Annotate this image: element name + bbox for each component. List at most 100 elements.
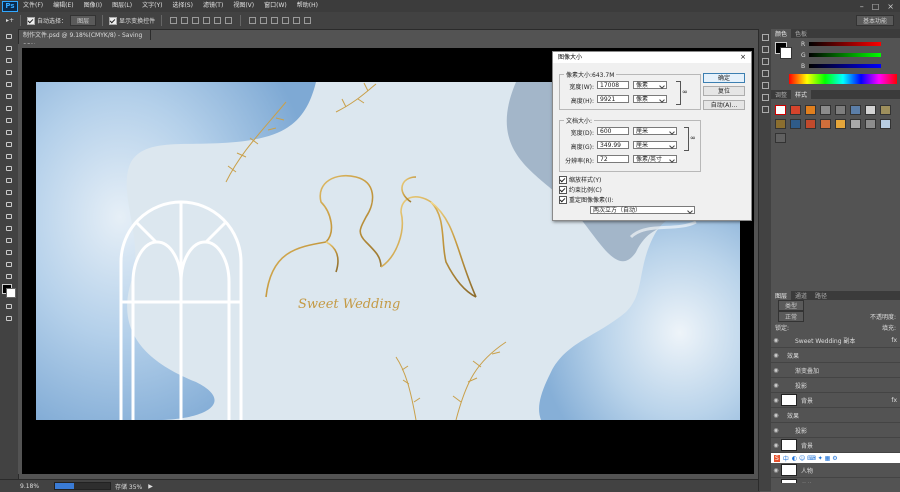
visibility-eye-icon[interactable]: ◉ — [771, 442, 781, 449]
layer-row[interactable]: ◉ 背景 — [771, 438, 900, 453]
auto-button[interactable]: 自动(A)... — [703, 100, 745, 110]
style-swatch[interactable] — [820, 105, 831, 115]
maximize-button[interactable]: □ — [872, 2, 880, 11]
doc-height-input[interactable]: 349.99 — [597, 141, 629, 149]
tab-color[interactable]: 颜色 — [771, 29, 792, 38]
style-swatch[interactable] — [865, 119, 876, 129]
resample-checkbox[interactable] — [559, 195, 567, 204]
layer-row[interactable]: ◉ Sweet Wedding 副本 fx — [771, 333, 900, 348]
tab-adjustments[interactable]: 调整 — [771, 90, 791, 99]
scale-styles-option[interactable]: 缩放样式(Y) — [559, 175, 601, 184]
style-swatch[interactable] — [880, 119, 891, 129]
width-input[interactable]: 17008 — [597, 81, 629, 89]
ime-tool-icon[interactable]: ◐ ☺ ⌨ ✦ ▦ ⚙ — [792, 455, 838, 462]
constrain-checkbox[interactable] — [559, 185, 567, 194]
resample-option[interactable]: 重定图像像素(I): — [559, 195, 613, 204]
menu-help[interactable]: 帮助(H) — [292, 0, 323, 12]
character-panel-icon[interactable] — [762, 82, 769, 89]
show-transform-checkbox[interactable] — [109, 16, 118, 25]
blue-slider[interactable] — [809, 64, 881, 68]
align-bottom-icon[interactable] — [192, 17, 200, 24]
width-unit-select[interactable]: 像素 — [633, 81, 667, 89]
eyedropper-tool-icon[interactable] — [4, 92, 14, 101]
menu-layer[interactable]: 图层(L) — [107, 0, 137, 12]
style-swatch[interactable] — [805, 105, 816, 115]
pen-tool-icon[interactable] — [4, 200, 14, 209]
menu-image[interactable]: 图像(I) — [79, 0, 107, 12]
auto-select-checkbox[interactable] — [27, 16, 36, 25]
visibility-eye-icon[interactable]: ◉ — [771, 482, 781, 484]
layer-row[interactable]: ◉ 背景 fx — [771, 393, 900, 408]
ok-button[interactable]: 确定 — [703, 73, 745, 83]
dodge-tool-icon[interactable] — [4, 188, 14, 197]
zoom-readout[interactable]: 9.18% — [0, 483, 50, 490]
color-swatches[interactable] — [0, 283, 18, 299]
red-slider[interactable] — [809, 42, 881, 46]
style-none-swatch[interactable] — [775, 105, 786, 115]
history-brush-tool-icon[interactable] — [4, 140, 14, 149]
menu-window[interactable]: 窗口(W) — [259, 0, 292, 12]
style-swatch[interactable] — [850, 105, 861, 115]
paragraph-panel-icon[interactable] — [762, 94, 769, 101]
background-color[interactable] — [6, 288, 16, 298]
quick-mask-icon[interactable] — [4, 302, 14, 311]
marquee-tool-icon[interactable] — [4, 44, 14, 53]
close-window-button[interactable]: × — [887, 2, 894, 11]
screen-mode-icon[interactable] — [4, 314, 14, 323]
distribute-bottom-icon[interactable] — [271, 17, 279, 24]
layer-row[interactable]: ◉ 人物 — [771, 463, 900, 478]
gradient-tool-icon[interactable] — [4, 164, 14, 173]
reset-button[interactable]: 复位 — [703, 86, 745, 96]
healing-tool-icon[interactable] — [4, 104, 14, 113]
visibility-eye-icon[interactable]: ◉ — [771, 397, 781, 404]
green-slider[interactable] — [809, 53, 881, 57]
zoom-tool-icon[interactable] — [4, 260, 14, 269]
rectangle-tool-icon[interactable] — [4, 236, 14, 245]
style-swatch[interactable] — [790, 105, 801, 115]
style-swatch[interactable] — [865, 105, 876, 115]
more-tools-icon[interactable] — [4, 272, 14, 281]
tab-channels[interactable]: 通道 — [791, 291, 811, 300]
menu-filter[interactable]: 滤镜(T) — [198, 0, 228, 12]
crop-tool-icon[interactable] — [4, 80, 14, 89]
align-middle-icon[interactable] — [181, 17, 189, 24]
scale-styles-checkbox[interactable] — [559, 175, 567, 184]
style-swatch[interactable] — [880, 105, 891, 115]
resolution-unit-select[interactable]: 像素/英寸 — [633, 155, 677, 163]
resolution-input[interactable]: 72 — [597, 155, 629, 163]
doc-width-unit-select[interactable]: 厘米 — [633, 127, 677, 135]
actions-panel-icon[interactable] — [762, 106, 769, 113]
distribute-center-icon[interactable] — [293, 17, 301, 24]
style-swatch[interactable] — [820, 119, 831, 129]
menu-select[interactable]: 选择(S) — [167, 0, 198, 12]
brush-tool-icon[interactable] — [4, 116, 14, 125]
align-center-icon[interactable] — [214, 17, 222, 24]
brush-panel-icon[interactable] — [762, 70, 769, 77]
properties-panel-icon[interactable] — [762, 46, 769, 53]
layer-kind-dropdown[interactable]: 类型 — [778, 300, 805, 311]
workspace-dropdown[interactable]: 基本功能 — [855, 15, 894, 26]
layer-row[interactable]: ◉ 投影 — [771, 378, 900, 393]
doc-height-unit-select[interactable]: 厘米 — [633, 141, 677, 149]
hand-tool-icon[interactable] — [4, 248, 14, 257]
blend-mode-dropdown[interactable]: 正常 — [778, 311, 805, 322]
visibility-eye-icon[interactable]: ◉ — [771, 367, 781, 374]
style-swatch[interactable] — [775, 133, 786, 143]
move-tool-icon[interactable] — [4, 32, 14, 41]
auto-select-dropdown[interactable]: 图层 — [70, 15, 97, 26]
distribute-left-icon[interactable] — [282, 17, 290, 24]
visibility-eye-icon[interactable]: ◉ — [771, 352, 781, 359]
dialog-close-button[interactable]: × — [740, 52, 746, 63]
visibility-eye-icon[interactable]: ◉ — [771, 382, 781, 389]
style-swatch[interactable] — [850, 119, 861, 129]
menu-type[interactable]: 文字(Y) — [137, 0, 167, 12]
height-unit-select[interactable]: 像素 — [633, 95, 667, 103]
doc-width-input[interactable]: 600 — [597, 127, 629, 135]
distribute-right-icon[interactable] — [304, 17, 312, 24]
history-panel-icon[interactable] — [762, 34, 769, 41]
visibility-eye-icon[interactable]: ◉ — [771, 467, 781, 474]
style-swatch[interactable] — [790, 119, 801, 129]
style-swatch[interactable] — [835, 105, 846, 115]
visibility-eye-icon[interactable]: ◉ — [771, 337, 781, 344]
style-swatch[interactable] — [775, 119, 786, 129]
